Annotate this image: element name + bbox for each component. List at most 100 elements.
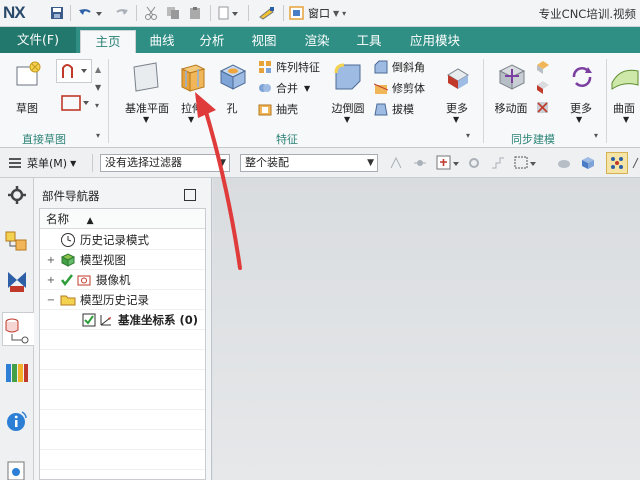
menu-button[interactable]: 菜单(M) ▼ bbox=[8, 154, 76, 172]
edge-blend-label: 边倒圆 bbox=[331, 102, 365, 115]
expand-icon[interactable]: + bbox=[46, 275, 56, 286]
window-icon bbox=[289, 6, 304, 20]
view-cube-icon[interactable] bbox=[580, 155, 596, 174]
tree-node[interactable]: 历史记录模式 bbox=[46, 230, 149, 250]
constraint-navigator-icon[interactable] bbox=[4, 268, 30, 294]
sketch-button[interactable]: 草图 bbox=[4, 57, 50, 117]
reuse-library-icon[interactable] bbox=[4, 360, 30, 386]
assembly-navigator-icon[interactable] bbox=[4, 228, 30, 254]
delete-face-button[interactable] bbox=[535, 99, 551, 118]
divider bbox=[483, 59, 484, 143]
draft-button[interactable]: 拔模 bbox=[374, 100, 414, 118]
gallery-expand-icon[interactable]: ▾ bbox=[95, 101, 99, 110]
paste-icon[interactable] bbox=[186, 4, 204, 22]
datum-csys-icon bbox=[100, 315, 111, 326]
undo-icon[interactable] bbox=[76, 4, 104, 22]
tree-node[interactable]: 基准坐标系 (0) bbox=[82, 310, 198, 330]
chamfer-button[interactable]: 倒斜角 bbox=[374, 58, 425, 76]
chevron-down-icon: ▼ bbox=[188, 115, 195, 124]
toolbar-overflow-icon[interactable] bbox=[631, 154, 640, 172]
customize-icon[interactable]: ▾ bbox=[342, 9, 346, 18]
group-menu-icon[interactable]: ▾ bbox=[594, 131, 598, 140]
checkmark-icon bbox=[61, 274, 73, 287]
rectangle-select-icon[interactable] bbox=[514, 154, 540, 175]
offset-region-icon bbox=[537, 81, 549, 94]
snap-point-icon[interactable] bbox=[412, 155, 428, 174]
profile-button[interactable] bbox=[56, 59, 92, 83]
unite-button[interactable]: 合并 ▼ bbox=[258, 79, 310, 97]
tree-node[interactable]: + 模型视图 bbox=[46, 250, 126, 270]
new-file-icon[interactable] bbox=[216, 4, 242, 22]
copy-icon[interactable] bbox=[164, 4, 182, 22]
show-hide-toggle[interactable] bbox=[606, 152, 628, 174]
visibility-checkbox[interactable] bbox=[82, 313, 96, 327]
surface-button[interactable]: 曲面 ▼ bbox=[608, 57, 640, 124]
cut-icon[interactable] bbox=[142, 4, 160, 22]
maximize-icon[interactable] bbox=[184, 189, 196, 201]
edge-blend-button[interactable]: 边倒圆 ▼ bbox=[328, 57, 368, 124]
chamfer-label: 倒斜角 bbox=[392, 61, 425, 74]
divider bbox=[606, 59, 607, 143]
tree-node[interactable]: − 模型历史记录 bbox=[46, 290, 149, 310]
shaded-icon[interactable] bbox=[556, 155, 572, 174]
window-menu[interactable]: 窗口 ▼ ▾ bbox=[289, 4, 359, 22]
type-filter-select[interactable]: 没有选择过滤器 ▼ bbox=[100, 154, 230, 172]
part-navigator-icon[interactable] bbox=[2, 312, 34, 346]
info-icon[interactable] bbox=[4, 408, 30, 434]
more-sync-icon bbox=[572, 67, 592, 87]
point-filter-icon[interactable] bbox=[436, 154, 462, 175]
trim-body-button[interactable]: 修剪体 bbox=[374, 79, 425, 97]
replace-face-button[interactable] bbox=[535, 59, 551, 78]
tree-node[interactable]: + 摄像机 bbox=[46, 270, 131, 290]
more-sync-button[interactable]: 更多 ▼ bbox=[560, 57, 602, 124]
nx-logo: NX bbox=[3, 3, 26, 22]
draft-icon bbox=[374, 103, 388, 116]
tab-curve[interactable]: 曲线 bbox=[140, 30, 184, 53]
column-header-name[interactable]: 名称 ▲ bbox=[40, 209, 205, 229]
scroll-down-icon[interactable]: ▼ bbox=[95, 83, 101, 92]
sketch-label: 草图 bbox=[16, 102, 38, 115]
group-sync-modeling: 同步建模 bbox=[511, 133, 555, 146]
redo-icon[interactable] bbox=[114, 4, 130, 22]
selection-bar: 菜单(M) ▼ 没有选择过滤器 ▼ 整个装配 ▼ bbox=[0, 148, 640, 178]
profile-icon bbox=[62, 64, 87, 78]
group-menu-icon[interactable]: ▾ bbox=[466, 131, 470, 140]
surface-icon bbox=[611, 69, 639, 90]
tab-view[interactable]: 视图 bbox=[242, 30, 286, 53]
gear-filter-icon[interactable] bbox=[466, 155, 482, 174]
tab-render[interactable]: 渲染 bbox=[294, 30, 340, 53]
tab-tools[interactable]: 工具 bbox=[346, 30, 392, 53]
expand-icon[interactable]: + bbox=[46, 255, 56, 266]
selection-scope-select[interactable]: 整个装配 ▼ bbox=[240, 154, 378, 172]
shell-button[interactable]: 抽壳 bbox=[258, 100, 298, 118]
scroll-up-icon[interactable]: ▲ bbox=[95, 65, 101, 74]
pattern-feature-button[interactable]: 阵列特征 bbox=[258, 58, 320, 76]
graphics-window[interactable] bbox=[213, 178, 640, 480]
offset-region-button[interactable] bbox=[535, 79, 551, 98]
history-icon[interactable] bbox=[4, 458, 30, 480]
datum-plane-button[interactable]: 基准平面 ▼ bbox=[118, 57, 176, 124]
stepped-icon[interactable] bbox=[490, 155, 506, 174]
unite-label: 合并 bbox=[276, 82, 298, 95]
save-icon[interactable] bbox=[48, 4, 66, 22]
settings-gear-icon[interactable] bbox=[4, 182, 30, 208]
resource-bar bbox=[0, 178, 34, 480]
extrude-button[interactable]: 拉伸 ▼ bbox=[172, 57, 212, 124]
tab-file[interactable]: 文件(F) bbox=[0, 27, 76, 53]
tab-home[interactable]: 主页 bbox=[80, 30, 136, 53]
tab-analysis[interactable]: 分析 bbox=[190, 30, 234, 53]
move-face-button[interactable]: 移动面 bbox=[488, 57, 534, 117]
collapse-icon[interactable]: − bbox=[46, 295, 56, 306]
snap-icon[interactable] bbox=[388, 155, 404, 174]
unite-icon bbox=[259, 84, 271, 92]
chamfer-icon bbox=[374, 60, 388, 74]
divider bbox=[136, 5, 137, 21]
trim-body-icon bbox=[374, 83, 388, 94]
tab-application[interactable]: 应用模块 bbox=[398, 30, 472, 53]
rectangle-button[interactable] bbox=[60, 93, 90, 115]
hole-button[interactable]: 孔 bbox=[214, 57, 250, 117]
touch-mode-icon[interactable] bbox=[256, 4, 278, 22]
more-features-button[interactable]: 更多 ▼ bbox=[436, 57, 478, 124]
group-menu-icon[interactable]: ▾ bbox=[96, 131, 100, 140]
chevron-down-icon: ▼ bbox=[453, 115, 460, 124]
